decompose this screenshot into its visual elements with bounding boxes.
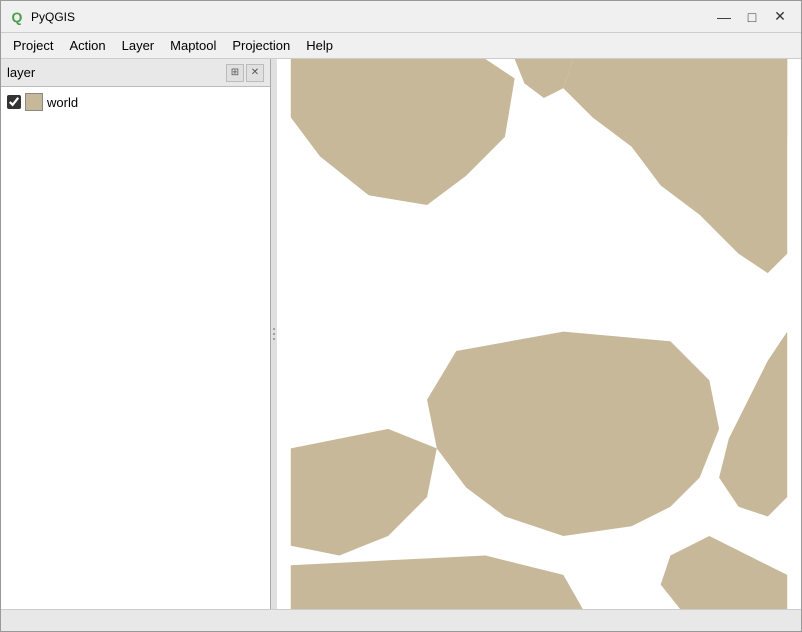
- menu-layer[interactable]: Layer: [114, 35, 163, 56]
- menu-maptool[interactable]: Maptool: [162, 35, 224, 56]
- layer-item-world: world: [5, 91, 266, 113]
- layer-visibility-checkbox[interactable]: [7, 95, 21, 109]
- map-svg: [277, 59, 801, 609]
- menu-projection[interactable]: Projection: [224, 35, 298, 56]
- panel-title: layer: [7, 65, 35, 80]
- title-bar: Q PyQGIS — □ ✕: [1, 1, 801, 33]
- layer-color-swatch[interactable]: [25, 93, 43, 111]
- status-bar: [1, 609, 801, 631]
- window-title: PyQGIS: [31, 10, 711, 24]
- resize-dot: [273, 338, 275, 340]
- resize-dots: [273, 328, 275, 340]
- maximize-button[interactable]: □: [739, 6, 765, 28]
- map-canvas[interactable]: [277, 59, 801, 609]
- resize-dot: [273, 328, 275, 330]
- menu-help[interactable]: Help: [298, 35, 341, 56]
- resize-dot: [273, 333, 275, 335]
- panel-icon-2[interactable]: ✕: [246, 64, 264, 82]
- main-window: Q PyQGIS — □ ✕ Project Action Layer Mapt…: [0, 0, 802, 632]
- minimize-button[interactable]: —: [711, 6, 737, 28]
- layer-list: world: [1, 87, 270, 609]
- window-controls: — □ ✕: [711, 6, 793, 28]
- panel-header: layer ⊞ ✕: [1, 59, 270, 87]
- app-icon: Q: [9, 9, 25, 25]
- menu-action[interactable]: Action: [61, 35, 113, 56]
- panel-icon-1[interactable]: ⊞: [226, 64, 244, 82]
- menu-project[interactable]: Project: [5, 35, 61, 56]
- layer-panel: layer ⊞ ✕ world: [1, 59, 271, 609]
- close-button[interactable]: ✕: [767, 6, 793, 28]
- main-area: layer ⊞ ✕ world: [1, 59, 801, 609]
- layer-name: world: [47, 95, 78, 110]
- panel-header-icons: ⊞ ✕: [226, 64, 264, 82]
- menu-bar: Project Action Layer Maptool Projection …: [1, 33, 801, 59]
